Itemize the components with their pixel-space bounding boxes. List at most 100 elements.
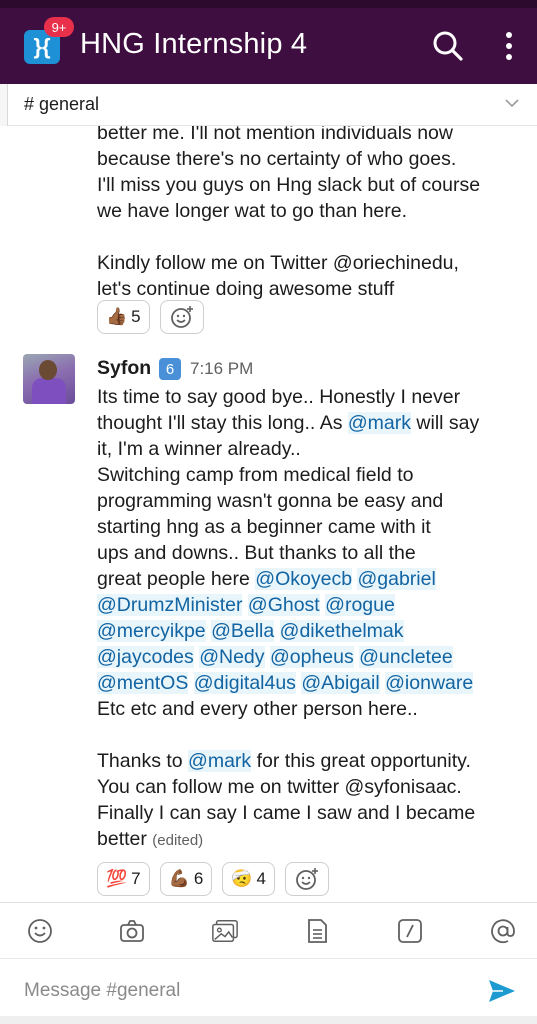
file-icon[interactable] (303, 917, 331, 945)
message-body: better me. I'll not mention individuals … (97, 126, 527, 302)
reaction-muscle[interactable]: 💪🏾 6 (159, 862, 213, 896)
mention[interactable]: @Okoyecb (255, 568, 353, 590)
reaction-count: 7 (131, 869, 141, 888)
chevron-down-icon[interactable] (503, 94, 521, 112)
message-body: Its time to say good bye.. Honestly I ne… (97, 384, 527, 854)
mention[interactable]: @Bella (211, 620, 275, 642)
app-header: }{ 9+ HNG Internship 4 (0, 0, 537, 84)
add-reaction-icon (296, 868, 318, 890)
message-line (97, 722, 527, 748)
send-icon[interactable] (486, 975, 518, 1007)
message-line: Kindly follow me on Twitter @oriechinedu… (97, 252, 459, 274)
search-button[interactable] (430, 28, 466, 64)
add-reaction-button[interactable] (159, 300, 204, 334)
composer-toolbar (0, 902, 537, 958)
mention[interactable]: @rogue (325, 594, 395, 616)
mention[interactable]: @jaycodes (97, 646, 194, 668)
message-line: I'll miss you guys on Hng slack but of c… (97, 174, 481, 196)
message-line: we have longer wat to go than here. (97, 200, 408, 222)
mention[interactable]: @digital4us (193, 672, 296, 694)
mention[interactable]: @Nedy (199, 646, 265, 668)
reaction-bar: 👍🏾 5 (97, 300, 204, 334)
avatar-body (32, 378, 66, 404)
edited-label: (edited) (152, 832, 204, 849)
mention[interactable]: @Abigail (301, 672, 380, 694)
status-bar-strip (0, 0, 537, 8)
mention[interactable]: @DrumzMinister (97, 594, 243, 616)
message-line: because there's no certainty of who goes… (97, 148, 457, 170)
reaction-count: 6 (193, 869, 204, 888)
image-icon[interactable] (211, 917, 239, 945)
message-line: thought I'll stay this long.. As @mark w… (97, 410, 527, 436)
message-line: programming wasn't gonna be easy and (97, 490, 444, 512)
message-text: Thanks to (97, 750, 189, 772)
message-line: @mentOS @digital4us @Abigail @ionware (97, 670, 527, 696)
message-composer (0, 958, 537, 1024)
message-text: thought I'll stay this long.. As (97, 412, 348, 434)
bandage-face-icon: 🤕 (231, 869, 253, 888)
mention[interactable]: @mark (188, 750, 252, 772)
reaction-count: 4 (256, 869, 266, 888)
muscle-icon: 💪🏾 (168, 869, 190, 888)
workspace-title: HNG Internship 4 (80, 28, 308, 60)
mention[interactable]: @gabriel (357, 568, 436, 590)
search-icon (433, 31, 463, 61)
mention[interactable]: @uncletee (359, 646, 453, 668)
message-line: @mercyikpe @Bella @dikethelmak (97, 618, 527, 644)
add-reaction-icon (170, 306, 193, 328)
message-text: better (97, 828, 153, 850)
avatar[interactable] (23, 354, 75, 404)
message-line: @DrumzMinister @Ghost @rogue (97, 592, 527, 618)
reaction-thumbs-up[interactable]: 👍🏾 5 (97, 300, 150, 334)
mention[interactable]: @Ghost (247, 594, 320, 616)
message-line: let's continue doing awesome stuff (97, 278, 395, 300)
author-name[interactable]: Syfon (97, 357, 151, 380)
thumbs-up-icon: 👍🏾 (106, 307, 128, 326)
message-text: great people here (97, 568, 256, 590)
message-line: Its time to say good bye.. Honestly I ne… (97, 386, 461, 408)
message-line: better me. I'll not mention individuals … (97, 126, 453, 144)
message-line: Switching camp from medical field to (97, 464, 414, 486)
hundred-icon: 💯 (106, 869, 128, 888)
avatar-head (39, 360, 57, 380)
channel-header[interactable]: # general (8, 84, 537, 126)
reaction-bar: 💯 7 💪🏾 6 🤕 4 (97, 862, 329, 896)
mention-icon[interactable] (489, 917, 517, 945)
mention[interactable]: @mentOS (97, 672, 189, 694)
add-reaction-button[interactable] (284, 862, 329, 896)
message-line: ups and downs.. But thanks to all the (97, 542, 416, 564)
reaction-bandage-face[interactable]: 🤕 4 (222, 862, 275, 896)
message-timestamp: 7:16 PM (190, 359, 254, 378)
message-line (97, 224, 527, 250)
message-text: for this great opportunity. (251, 750, 471, 772)
user-badge: 6 (159, 358, 181, 380)
channel-name: # general (24, 94, 100, 114)
notification-badge: 9+ (44, 17, 74, 37)
message-line: Etc etc and every other person here.. (97, 698, 418, 720)
message-line: it, I'm a winner already.. (97, 438, 301, 460)
message-line: Thanks to @mark for this great opportuni… (97, 748, 527, 774)
message-line: starting hng as a beginner came with it (97, 516, 431, 538)
workspace-icon-glyph: }{ (33, 34, 51, 59)
message-text: will say (411, 412, 480, 434)
mention[interactable]: @opheus (269, 646, 354, 668)
bottom-edge (0, 1016, 537, 1024)
message-feed[interactable]: better me. I'll not mention individuals … (0, 126, 537, 902)
mention[interactable]: @ionware (385, 672, 474, 694)
camera-icon[interactable] (118, 917, 146, 945)
message-line: You can follow me on twitter @syfonisaac… (97, 776, 462, 798)
more-vertical-icon (506, 32, 512, 60)
message-line: better (edited) (97, 826, 527, 854)
message-input[interactable] (24, 977, 464, 1005)
more-options-button[interactable] (494, 28, 524, 64)
message-line: @jaycodes @Nedy @opheus @uncletee (97, 644, 527, 670)
emoji-icon[interactable] (26, 917, 54, 945)
message-line: great people here @Okoyecb @gabriel (97, 566, 527, 592)
reaction-count: 5 (131, 307, 141, 326)
mention[interactable]: @mercyikpe (97, 620, 206, 642)
mention[interactable]: @dikethelmak (279, 620, 404, 642)
reaction-hundred[interactable]: 💯 7 (97, 862, 150, 896)
mention[interactable]: @mark (347, 412, 412, 434)
slash-command-icon[interactable] (396, 917, 424, 945)
message-line: Finally I can say I came I saw and I bec… (97, 802, 476, 824)
